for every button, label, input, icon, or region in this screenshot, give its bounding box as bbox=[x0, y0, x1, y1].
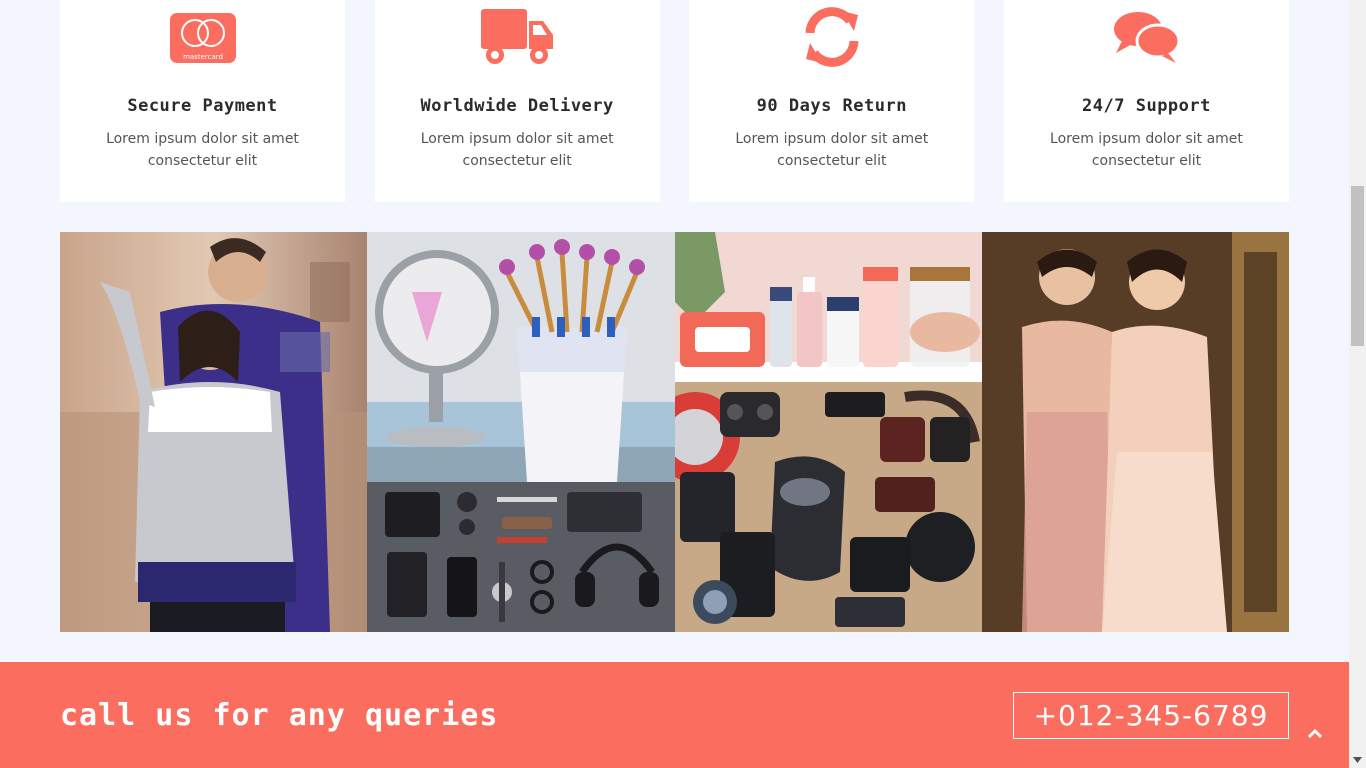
mastercard-logo-text: mastercard bbox=[183, 53, 223, 61]
feature-card-worldwide-delivery: Worldwide Delivery Lorem ipsum dolor sit… bbox=[374, 0, 660, 202]
feature-card-24-7-support: 24/7 Support Lorem ipsum dolor sit amet … bbox=[1003, 0, 1289, 202]
feature-card-90-days-return: 90 Days Return Lorem ipsum dolor sit ame… bbox=[689, 0, 975, 202]
evening-dresses-image[interactable] bbox=[982, 232, 1289, 632]
couple-sweaters-image[interactable] bbox=[60, 232, 367, 632]
feature-description: Lorem ipsum dolor sit amet consectetur e… bbox=[1050, 131, 1243, 169]
tech-gadgets-image[interactable] bbox=[675, 382, 982, 632]
feature-title: Worldwide Delivery bbox=[420, 96, 614, 116]
scroll-down-arrow-icon[interactable] bbox=[1349, 751, 1366, 768]
feature-description: Lorem ipsum dolor sit amet consectetur e… bbox=[420, 131, 614, 169]
feature-title: Secure Payment bbox=[127, 96, 278, 116]
mens-accessories-image[interactable] bbox=[367, 482, 675, 632]
page-scrollbar[interactable] bbox=[1349, 0, 1366, 768]
contact-callbar: call us for any queries +012-345-6789 bbox=[0, 662, 1349, 768]
phone-number-button[interactable]: +012-345-6789 bbox=[1013, 692, 1289, 739]
features-row: mastercard Secure Payment Lorem ipsum do… bbox=[60, 0, 1289, 202]
feature-title: 90 Days Return bbox=[756, 96, 907, 116]
makeup-brushes-image[interactable] bbox=[367, 232, 675, 482]
chevron-up-icon[interactable] bbox=[1303, 722, 1327, 746]
mastercard-icon: mastercard bbox=[163, 5, 243, 69]
call-us-heading: call us for any queries bbox=[60, 698, 499, 733]
category-image-grid bbox=[60, 232, 1289, 632]
feature-title: 24/7 Support bbox=[1082, 96, 1211, 116]
feature-description: Lorem ipsum dolor sit amet consectetur e… bbox=[735, 131, 929, 169]
feature-description: Lorem ipsum dolor sit amet consectetur e… bbox=[106, 131, 299, 169]
scrollbar-thumb[interactable] bbox=[1351, 186, 1364, 346]
truck-icon bbox=[477, 5, 557, 69]
chat-bubbles-icon bbox=[1106, 5, 1186, 69]
refresh-icon bbox=[792, 5, 872, 69]
feature-card-secure-payment: mastercard Secure Payment Lorem ipsum do… bbox=[60, 0, 345, 202]
skincare-products-image[interactable] bbox=[675, 232, 982, 382]
